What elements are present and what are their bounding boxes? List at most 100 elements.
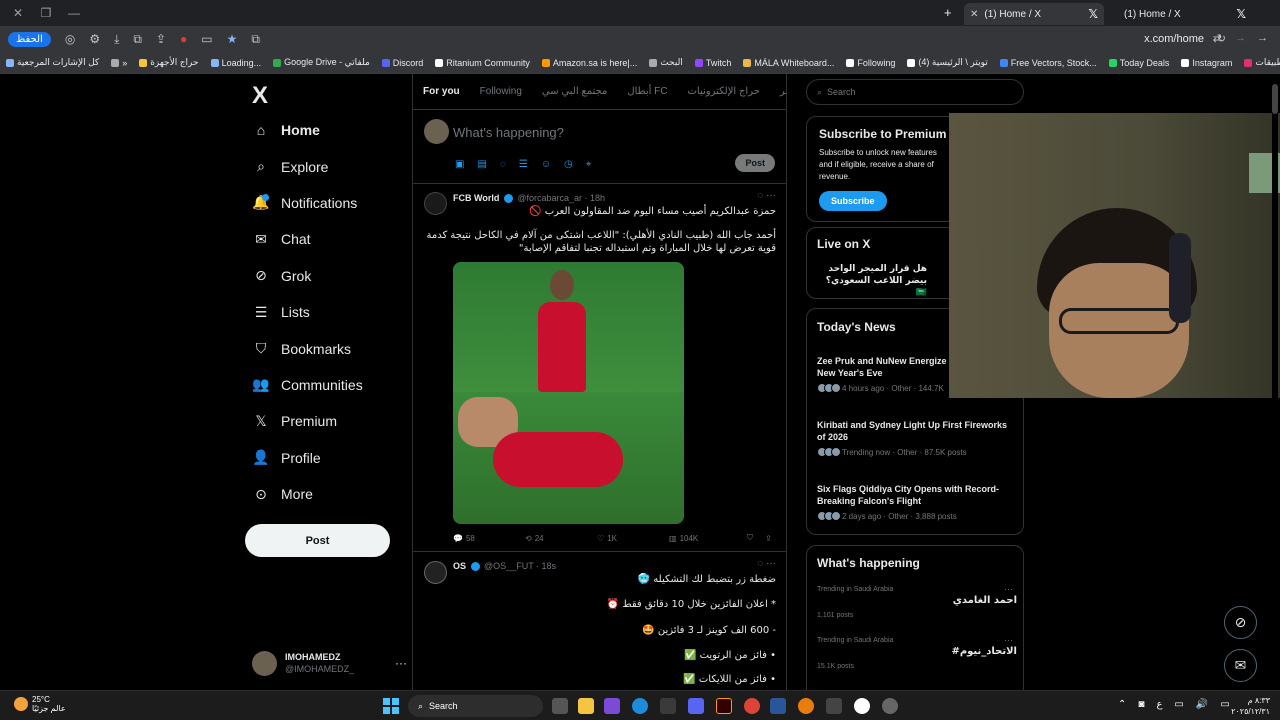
tweet[interactable]: FCB World @forcabarca_ar · 18h ◌ ··· حمز… bbox=[413, 184, 786, 552]
copilot-icon[interactable] bbox=[604, 698, 620, 714]
views-button[interactable]: ▥ 104K bbox=[669, 533, 747, 543]
location-icon[interactable]: ⌖ bbox=[586, 159, 592, 170]
grok-icon[interactable]: ⊘ bbox=[1224, 606, 1257, 639]
bookmark-item[interactable]: حراج الأجهزة bbox=[133, 57, 204, 68]
news-item[interactable]: Six Flags Qiddiya City Opens with Record… bbox=[817, 483, 1017, 521]
bookmark-item[interactable]: البحث bbox=[643, 57, 689, 68]
bookmark-item[interactable]: التطبيقات bbox=[1238, 57, 1280, 68]
sidebar-item-bookmarks[interactable]: ⛉ Bookmarks bbox=[253, 330, 423, 366]
bookmark-item[interactable]: (4) تويتر \ الرئيسية bbox=[901, 57, 993, 68]
address-bar[interactable]: x.com/home bbox=[1144, 33, 1204, 45]
bookmark-item[interactable]: Loading... bbox=[205, 58, 268, 68]
adblock-icon[interactable]: ● bbox=[180, 32, 187, 46]
sidebar-item-explore[interactable]: ⌕ Explore bbox=[253, 148, 423, 184]
close-tab-icon[interactable]: ✕ bbox=[970, 9, 978, 20]
tweet-more-icon[interactable]: ◌ ··· bbox=[757, 558, 776, 569]
tab-3[interactable]: أبطال FC bbox=[617, 86, 677, 97]
illustrator-icon[interactable] bbox=[716, 698, 732, 714]
subscribe-button[interactable]: Subscribe bbox=[819, 191, 887, 211]
open-external-icon[interactable]: ⧉ bbox=[251, 32, 260, 47]
language-indicator[interactable]: ع bbox=[1156, 699, 1162, 710]
obs-icon[interactable] bbox=[882, 698, 898, 714]
share-icon[interactable]: ⇪ bbox=[156, 32, 166, 46]
like-button[interactable]: ♡ 1K bbox=[597, 533, 669, 543]
tweet-media-image[interactable] bbox=[453, 262, 684, 524]
tab-1[interactable]: Following bbox=[470, 86, 532, 97]
trend-more-icon[interactable]: ··· bbox=[1004, 584, 1013, 594]
cast-icon[interactable]: ▭ bbox=[201, 32, 212, 46]
new-tab-icon[interactable]: + bbox=[944, 5, 952, 20]
extensions-icon[interactable]: ⚙ bbox=[89, 32, 100, 46]
sidebar-item-profile[interactable]: 👤 Profile bbox=[252, 440, 423, 476]
sidebar-item-notifications[interactable]: 🔔 Notifications bbox=[252, 185, 423, 221]
taskbar-search[interactable]: ⌕ Search bbox=[408, 695, 543, 717]
clock[interactable]: ٨:٣٣ م ٢٠٢٥/١٢/٣١ bbox=[1231, 695, 1270, 717]
network-icon[interactable]: ▭ bbox=[1174, 699, 1183, 710]
schedule-icon[interactable]: ◷ bbox=[564, 159, 573, 170]
tweet-author-name[interactable]: OS bbox=[453, 561, 466, 571]
compose-post-button[interactable]: Post bbox=[735, 154, 775, 172]
gif-icon[interactable]: ▤ bbox=[477, 159, 486, 170]
share-icon[interactable]: ⇪ bbox=[765, 533, 772, 543]
avatar[interactable] bbox=[424, 561, 447, 584]
trend-item[interactable]: Trending in Saudi Arabia ··· احمد الغامد… bbox=[817, 584, 1017, 619]
scrollbar[interactable] bbox=[1272, 74, 1278, 690]
bookmark-item[interactable]: كل الإشارات المرجعية bbox=[0, 57, 105, 68]
reply-button[interactable]: 💬 58 bbox=[453, 533, 525, 543]
bookmark-item[interactable]: Ritanium Community bbox=[429, 58, 536, 68]
calculator-icon[interactable] bbox=[826, 698, 842, 714]
bookmark-item[interactable]: Free Vectors, Stock... bbox=[994, 58, 1103, 68]
sidebar-item-premium[interactable]: 𝕏 Premium bbox=[253, 403, 423, 439]
tweet-author-name[interactable]: FCB World bbox=[453, 193, 499, 203]
account-switcher[interactable]: IMOHAMEDZ @IMOHAMEDZ_ ··· bbox=[252, 648, 407, 678]
store-icon[interactable] bbox=[660, 698, 676, 714]
media-icon[interactable]: ▣ bbox=[455, 159, 464, 170]
sidebar-item-more[interactable]: ⊙ More bbox=[253, 476, 423, 512]
weather-widget[interactable]: 25°C عالم جزئيًا bbox=[14, 695, 66, 713]
tweet-author-handle[interactable]: @forcabarca_ar · 18h bbox=[517, 193, 605, 203]
download-icon[interactable]: ⤓ bbox=[114, 32, 119, 47]
tweet-more-icon[interactable]: ◌ ··· bbox=[757, 190, 776, 201]
browser-tab-1[interactable]: ✕ (1) Home / X 𝕏 bbox=[964, 3, 1104, 25]
trend-more-icon[interactable]: ··· bbox=[1004, 635, 1013, 645]
bookmark-item[interactable]: » bbox=[105, 58, 133, 68]
x-logo-icon[interactable]: X bbox=[252, 82, 268, 110]
tweet-author-handle[interactable]: @OS__FUT · 18s bbox=[484, 561, 556, 571]
forward-icon[interactable]: → bbox=[1235, 32, 1246, 44]
app-icon[interactable] bbox=[770, 698, 786, 714]
discord-icon[interactable] bbox=[688, 698, 704, 714]
sidebar-item-communities[interactable]: 👥 Communities bbox=[252, 367, 423, 403]
chrome-icon[interactable] bbox=[744, 698, 760, 714]
edge-icon[interactable] bbox=[632, 698, 648, 714]
bookmark-item[interactable]: Google Drive - ملفاتي bbox=[267, 57, 376, 68]
news-item[interactable]: Kiribati and Sydney Light Up First Firew… bbox=[817, 419, 1017, 457]
file-explorer-icon[interactable] bbox=[578, 698, 594, 714]
avatar[interactable] bbox=[424, 192, 447, 215]
extension-icon[interactable]: ◎ bbox=[65, 32, 75, 46]
app-icon[interactable] bbox=[854, 698, 870, 714]
star-icon[interactable]: ★ bbox=[227, 32, 238, 46]
tab-4[interactable]: حراج الإلكترونيات bbox=[678, 86, 770, 97]
bookmark-item[interactable]: Instagram bbox=[1175, 58, 1238, 68]
profile-button[interactable]: الحفظ bbox=[8, 31, 51, 47]
poll-icon[interactable]: ☰ bbox=[519, 159, 528, 170]
bookmark-item[interactable]: Following bbox=[840, 58, 901, 68]
bookmark-item[interactable]: MÁLA Whiteboard... bbox=[737, 58, 840, 68]
restore-window-icon[interactable]: ❐ bbox=[36, 6, 56, 20]
sidebar-item-chat[interactable]: ✉ Chat bbox=[253, 221, 423, 257]
messages-icon[interactable]: ✉ bbox=[1224, 649, 1257, 682]
browser-tab-2[interactable]: (1) Home / X 𝕏 bbox=[1112, 3, 1252, 25]
refresh-icon[interactable]: ↻ bbox=[1217, 32, 1226, 45]
blender-icon[interactable] bbox=[798, 698, 814, 714]
tab-2[interactable]: مجتمع البي سي bbox=[532, 86, 617, 97]
repost-button[interactable]: ⟲ 24 bbox=[525, 533, 597, 543]
tab-0[interactable]: For you bbox=[413, 86, 470, 97]
volume-icon[interactable]: 🔊 bbox=[1196, 699, 1208, 710]
start-icon[interactable] bbox=[383, 698, 399, 714]
sidebar-item-home[interactable]: ⌂ Home bbox=[253, 112, 423, 148]
task-view-icon[interactable] bbox=[552, 698, 568, 714]
app-tray-icon[interactable]: ◙ bbox=[1138, 699, 1144, 710]
back-icon[interactable]: → bbox=[1257, 32, 1268, 44]
trend-item[interactable]: Trending in Saudi Arabia ··· #الاتحاد_ني… bbox=[817, 635, 1017, 670]
emoji-icon[interactable]: ☺ bbox=[541, 159, 551, 170]
